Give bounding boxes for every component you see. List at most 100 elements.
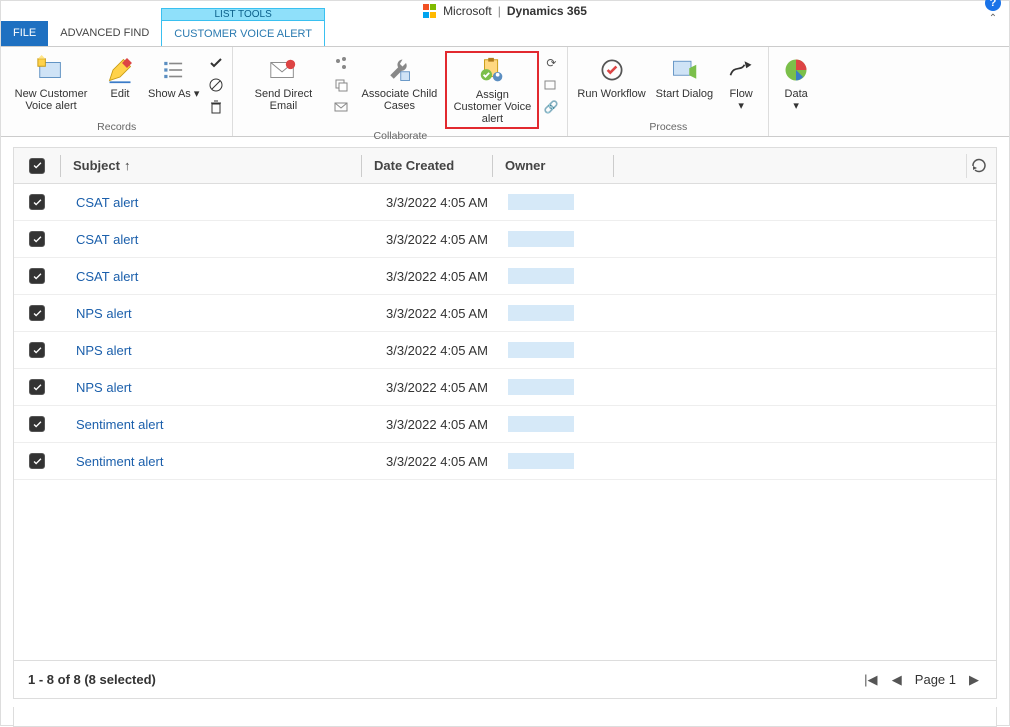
tab-advanced-find[interactable]: ADVANCED FIND bbox=[48, 20, 161, 46]
bottom-panel bbox=[13, 707, 997, 727]
pager-prev-button[interactable]: ◀ bbox=[889, 672, 905, 688]
row-checkbox[interactable] bbox=[29, 268, 45, 284]
table-row[interactable]: NPS alert 3/3/2022 4:05 AM bbox=[14, 369, 996, 406]
ribbon-group-label: Records bbox=[5, 120, 228, 135]
share-icon[interactable] bbox=[331, 53, 351, 73]
row-subject-link[interactable]: NPS alert bbox=[76, 343, 132, 358]
row-date: 3/3/2022 4:05 AM bbox=[360, 417, 490, 432]
ribbon-group-label: Collaborate bbox=[237, 129, 563, 144]
refresh-icon bbox=[971, 158, 987, 174]
edit-button[interactable]: Edit bbox=[97, 51, 143, 103]
list-icon bbox=[158, 54, 190, 86]
column-header-subject[interactable]: Subject ↑ bbox=[61, 158, 361, 173]
row-checkbox[interactable] bbox=[29, 194, 45, 210]
ribbon: New Customer Voice alert Edit Show As ▾ … bbox=[1, 47, 1009, 137]
run-workflow-button[interactable]: Run Workflow bbox=[572, 51, 650, 103]
row-subject-link[interactable]: NPS alert bbox=[76, 380, 132, 395]
link-icon[interactable]: 🔗 bbox=[541, 97, 561, 117]
queue-icon[interactable] bbox=[541, 75, 561, 95]
pie-chart-icon bbox=[780, 54, 812, 86]
collaborate-mini-buttons-2: ⟳ 🔗 bbox=[539, 51, 563, 119]
row-subject-link[interactable]: CSAT alert bbox=[76, 269, 138, 284]
help-icon[interactable]: ? bbox=[985, 0, 1001, 11]
brand-product: Dynamics 365 bbox=[507, 4, 587, 18]
records-mini-buttons bbox=[204, 51, 228, 119]
grid-footer: 1 - 8 of 8 (8 selected) |◀ ◀ Page 1 ▶ bbox=[14, 660, 996, 698]
row-checkbox[interactable] bbox=[29, 342, 45, 358]
table-row[interactable]: NPS alert 3/3/2022 4:05 AM bbox=[14, 332, 996, 369]
row-date: 3/3/2022 4:05 AM bbox=[360, 269, 490, 284]
row-owner-redacted bbox=[508, 231, 574, 247]
refresh-small-icon[interactable]: ⟳ bbox=[541, 53, 561, 73]
table-row[interactable]: CSAT alert 3/3/2022 4:05 AM bbox=[14, 184, 996, 221]
delete-icon[interactable] bbox=[206, 97, 226, 117]
dialog-icon bbox=[668, 54, 700, 86]
row-date: 3/3/2022 4:05 AM bbox=[360, 232, 490, 247]
row-subject-link[interactable]: CSAT alert bbox=[76, 232, 138, 247]
workflow-icon bbox=[596, 54, 628, 86]
ribbon-group-process: Run Workflow Start Dialog Flow▾ Process bbox=[568, 47, 769, 136]
collapse-ribbon-icon[interactable]: ⌃ bbox=[989, 13, 997, 24]
pager-next-button[interactable]: ▶ bbox=[966, 672, 982, 688]
row-date: 3/3/2022 4:05 AM bbox=[360, 306, 490, 321]
records-grid: Subject ↑ Date Created Owner CSAT alert 3… bbox=[13, 147, 997, 699]
row-owner-redacted bbox=[508, 194, 574, 210]
grid-header: Subject ↑ Date Created Owner bbox=[14, 148, 996, 184]
row-checkbox[interactable] bbox=[29, 231, 45, 247]
email-link-icon[interactable] bbox=[331, 97, 351, 117]
row-subject-link[interactable]: Sentiment alert bbox=[76, 417, 163, 432]
row-owner-redacted bbox=[508, 268, 574, 284]
send-direct-email-button[interactable]: Send Direct Email bbox=[237, 51, 329, 115]
row-owner-redacted bbox=[508, 305, 574, 321]
wrench-icon bbox=[383, 54, 415, 86]
row-date: 3/3/2022 4:05 AM bbox=[360, 380, 490, 395]
pager-page-label: Page 1 bbox=[915, 672, 956, 687]
row-subject-link[interactable]: Sentiment alert bbox=[76, 454, 163, 469]
assign-icon bbox=[476, 55, 508, 87]
tab-file[interactable]: FILE bbox=[1, 20, 48, 46]
collaborate-mini-buttons bbox=[329, 51, 353, 119]
row-checkbox[interactable] bbox=[29, 379, 45, 395]
column-header-date[interactable]: Date Created bbox=[362, 158, 492, 173]
chevron-down-icon: ▾ bbox=[793, 100, 799, 112]
row-checkbox[interactable] bbox=[29, 416, 45, 432]
chevron-down-icon: ▾ bbox=[738, 100, 744, 112]
activate-icon[interactable] bbox=[206, 53, 226, 73]
row-owner-redacted bbox=[508, 379, 574, 395]
ribbon-group-label: Process bbox=[572, 120, 764, 135]
row-checkbox[interactable] bbox=[29, 453, 45, 469]
table-row[interactable]: CSAT alert 3/3/2022 4:05 AM bbox=[14, 221, 996, 258]
tab-customer-voice-alert[interactable]: CUSTOMER VOICE ALERT bbox=[161, 20, 325, 46]
edit-icon bbox=[104, 54, 136, 86]
show-as-button[interactable]: Show As ▾ bbox=[143, 51, 204, 103]
row-date: 3/3/2022 4:05 AM bbox=[360, 454, 490, 469]
flow-icon bbox=[725, 54, 757, 86]
brand: Microsoft | Dynamics 365 bbox=[423, 4, 587, 18]
row-date: 3/3/2022 4:05 AM bbox=[360, 343, 490, 358]
data-button[interactable]: Data▾ bbox=[773, 51, 819, 115]
microsoft-logo-icon bbox=[423, 4, 437, 18]
pager-first-button[interactable]: |◀ bbox=[863, 672, 879, 688]
row-subject-link[interactable]: NPS alert bbox=[76, 306, 132, 321]
associate-child-cases-button[interactable]: Associate Child Cases bbox=[353, 51, 445, 115]
deactivate-icon[interactable] bbox=[206, 75, 226, 95]
table-row[interactable]: Sentiment alert 3/3/2022 4:05 AM bbox=[14, 443, 996, 480]
refresh-grid-button[interactable] bbox=[966, 154, 990, 178]
table-row[interactable]: Sentiment alert 3/3/2022 4:05 AM bbox=[14, 406, 996, 443]
select-all-checkbox[interactable] bbox=[29, 158, 45, 174]
row-subject-link[interactable]: CSAT alert bbox=[76, 195, 138, 210]
new-customer-voice-alert-button[interactable]: New Customer Voice alert bbox=[5, 51, 97, 115]
copy-link-icon[interactable] bbox=[331, 75, 351, 95]
sort-ascending-icon: ↑ bbox=[124, 158, 131, 173]
assign-customer-voice-alert-button[interactable]: Assign Customer Voice alert bbox=[445, 51, 539, 129]
row-checkbox[interactable] bbox=[29, 305, 45, 321]
table-row[interactable]: NPS alert 3/3/2022 4:05 AM bbox=[14, 295, 996, 332]
brand-ms: Microsoft bbox=[443, 4, 492, 18]
table-row[interactable]: CSAT alert 3/3/2022 4:05 AM bbox=[14, 258, 996, 295]
flow-button[interactable]: Flow▾ bbox=[718, 51, 764, 115]
column-header-owner[interactable]: Owner bbox=[493, 158, 613, 173]
row-date: 3/3/2022 4:05 AM bbox=[360, 195, 490, 210]
email-icon bbox=[267, 54, 299, 86]
title-bar: Microsoft | Dynamics 365 ? ⌃ bbox=[1, 1, 1009, 21]
start-dialog-button[interactable]: Start Dialog bbox=[651, 51, 718, 103]
